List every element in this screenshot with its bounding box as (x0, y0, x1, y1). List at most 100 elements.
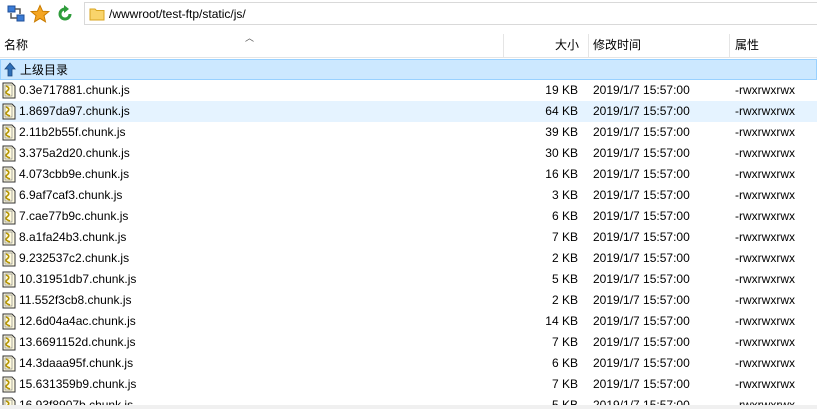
file-size: 14 KB (545, 314, 578, 328)
file-attributes: -rwxrwxrwx (735, 251, 795, 265)
file-attributes: -rwxrwxrwx (735, 125, 795, 139)
file-attributes: -rwxrwxrwx (735, 209, 795, 223)
sort-caret-icon: ︿ (245, 33, 255, 43)
file-row[interactable]: 11.552f3cb8.chunk.js 2 KB 2019/1/7 15:57:0… (0, 290, 817, 311)
file-name: 1.8697da97.chunk.js (19, 104, 130, 118)
file-attributes: -rwxrwxrwx (735, 293, 795, 307)
file-name: 12.6d04a4ac.chunk.js (19, 314, 136, 328)
file-row[interactable]: 13.6691152d.chunk.js 7 KB 2019/1/7 15:57:0… (0, 332, 817, 353)
file-row[interactable]: 7.cae77b9c.chunk.js 6 KB 2019/1/7 15:57:00… (0, 206, 817, 227)
file-attributes: -rwxrwxrwx (735, 104, 795, 118)
file-size: 30 KB (545, 146, 578, 160)
file-name: 0.3e717881.chunk.js (19, 83, 130, 97)
up-arrow-icon (3, 61, 17, 78)
column-header: ︿ 名称 大小 修改时间 属性 (0, 33, 817, 58)
file-name: 14.3daaa95f.chunk.js (19, 356, 134, 370)
file-size: 7 KB (551, 335, 578, 349)
js-file-icon (2, 103, 16, 120)
file-name: 10.31951db7.chunk.js (19, 272, 137, 286)
file-row[interactable]: 2.11b2b55f.chunk.js 39 KB 2019/1/7 15:57:0… (0, 122, 817, 143)
file-row[interactable]: 9.232537c2.chunk.js 2 KB 2019/1/7 15:57:00… (0, 248, 817, 269)
file-size: 2 KB (551, 251, 578, 265)
file-size: 16 KB (545, 167, 578, 181)
file-size: 3 KB (551, 188, 578, 202)
column-modified[interactable]: 修改时间 (593, 34, 641, 57)
js-file-icon (2, 292, 16, 309)
column-attributes[interactable]: 属性 (735, 34, 759, 57)
js-file-icon (2, 187, 16, 204)
file-attributes: -rwxrwxrwx (735, 356, 795, 370)
file-row[interactable]: 6.9af7caf3.chunk.js 3 KB 2019/1/7 15:57:00… (0, 185, 817, 206)
file-size: 19 KB (545, 83, 578, 97)
file-attributes: -rwxrwxrwx (735, 83, 795, 97)
file-modified: 2019/1/7 15:57:00 (593, 314, 690, 328)
file-modified: 2019/1/7 15:57:00 (593, 272, 690, 286)
js-file-icon (2, 166, 16, 183)
column-size[interactable]: 大小 (555, 34, 579, 57)
file-size: 64 KB (545, 104, 578, 118)
bookmark-star-icon[interactable] (29, 4, 51, 24)
file-name: 8.a1fa24b3.chunk.js (19, 230, 127, 244)
file-size: 39 KB (545, 125, 578, 139)
file-size: 6 KB (551, 356, 578, 370)
file-attributes: -rwxrwxrwx (735, 167, 795, 181)
connect-icon[interactable] (6, 4, 26, 24)
file-modified: 2019/1/7 15:57:00 (593, 230, 690, 244)
parent-directory-row[interactable]: 上级目录 (0, 59, 817, 80)
column-separator[interactable] (729, 34, 730, 57)
js-file-icon (2, 82, 16, 99)
js-file-icon (2, 250, 16, 267)
file-row[interactable]: 8.a1fa24b3.chunk.js 7 KB 2019/1/7 15:57:00… (0, 227, 817, 248)
file-modified: 2019/1/7 15:57:00 (593, 251, 690, 265)
file-name: 6.9af7caf3.chunk.js (19, 188, 123, 202)
js-file-icon (2, 208, 16, 225)
parent-directory-label: 上级目录 (20, 63, 69, 77)
js-file-icon (2, 124, 16, 141)
js-file-icon (2, 355, 16, 372)
file-attributes: -rwxrwxrwx (735, 314, 795, 328)
file-modified: 2019/1/7 15:57:00 (593, 209, 690, 223)
js-file-icon (2, 334, 16, 351)
toolbar: /wwwroot/test-ftp/static/js/ (0, 0, 817, 30)
file-size: 5 KB (551, 272, 578, 286)
file-attributes: -rwxrwxrwx (735, 272, 795, 286)
file-size: 2 KB (551, 293, 578, 307)
file-attributes: -rwxrwxrwx (735, 335, 795, 349)
file-modified: 2019/1/7 15:57:00 (593, 356, 690, 370)
file-modified: 2019/1/7 15:57:00 (593, 293, 690, 307)
file-name: 7.cae77b9c.chunk.js (19, 209, 129, 223)
file-row[interactable]: 14.3daaa95f.chunk.js 6 KB 2019/1/7 15:57:0… (0, 353, 817, 374)
horizontal-scrollbar[interactable] (0, 405, 817, 409)
file-row[interactable]: 4.073cbb9e.chunk.js 16 KB 2019/1/7 15:57:0… (0, 164, 817, 185)
file-row[interactable]: 0.3e717881.chunk.js 19 KB 2019/1/7 15:57:0… (0, 80, 817, 101)
file-name: 11.552f3cb8.chunk.js (19, 293, 132, 307)
file-name: 4.073cbb9e.chunk.js (19, 167, 130, 181)
file-attributes: -rwxrwxrwx (735, 188, 795, 202)
path-input[interactable]: /wwwroot/test-ftp/static/js/ (109, 7, 246, 21)
js-file-icon (2, 313, 16, 330)
folder-icon (89, 6, 105, 25)
js-file-icon (2, 229, 16, 246)
file-size: 6 KB (551, 209, 578, 223)
file-size: 7 KB (551, 230, 578, 244)
path-bar[interactable]: /wwwroot/test-ftp/static/js/ (84, 2, 817, 25)
file-name: 2.11b2b55f.chunk.js (19, 125, 126, 139)
js-file-icon (2, 376, 16, 393)
column-separator[interactable] (588, 34, 589, 57)
file-row[interactable]: 10.31951db7.chunk.js 5 KB 2019/1/7 15:57:0… (0, 269, 817, 290)
file-size: 7 KB (551, 377, 578, 391)
column-separator[interactable] (503, 34, 504, 57)
file-name: 3.375a2d20.chunk.js (19, 146, 130, 160)
column-name[interactable]: 名称 (4, 34, 28, 57)
file-row[interactable]: 1.8697da97.chunk.js 64 KB 2019/1/7 15:57:0… (0, 101, 817, 122)
refresh-icon[interactable] (55, 4, 75, 24)
file-modified: 2019/1/7 15:57:00 (593, 104, 690, 118)
file-row[interactable]: 12.6d04a4ac.chunk.js 14 KB 2019/1/7 15:57:… (0, 311, 817, 332)
file-modified: 2019/1/7 15:57:00 (593, 335, 690, 349)
file-attributes: -rwxrwxrwx (735, 377, 795, 391)
file-list: 上级目录 0.3e717881.chunk.js 19 KB 2019/1/7 15… (0, 59, 817, 409)
file-row[interactable]: 15.631359b9.chunk.js 7 KB 2019/1/7 15:57:0… (0, 374, 817, 395)
file-row[interactable]: 3.375a2d20.chunk.js 30 KB 2019/1/7 15:57:0… (0, 143, 817, 164)
file-modified: 2019/1/7 15:57:00 (593, 377, 690, 391)
js-file-icon (2, 145, 16, 162)
